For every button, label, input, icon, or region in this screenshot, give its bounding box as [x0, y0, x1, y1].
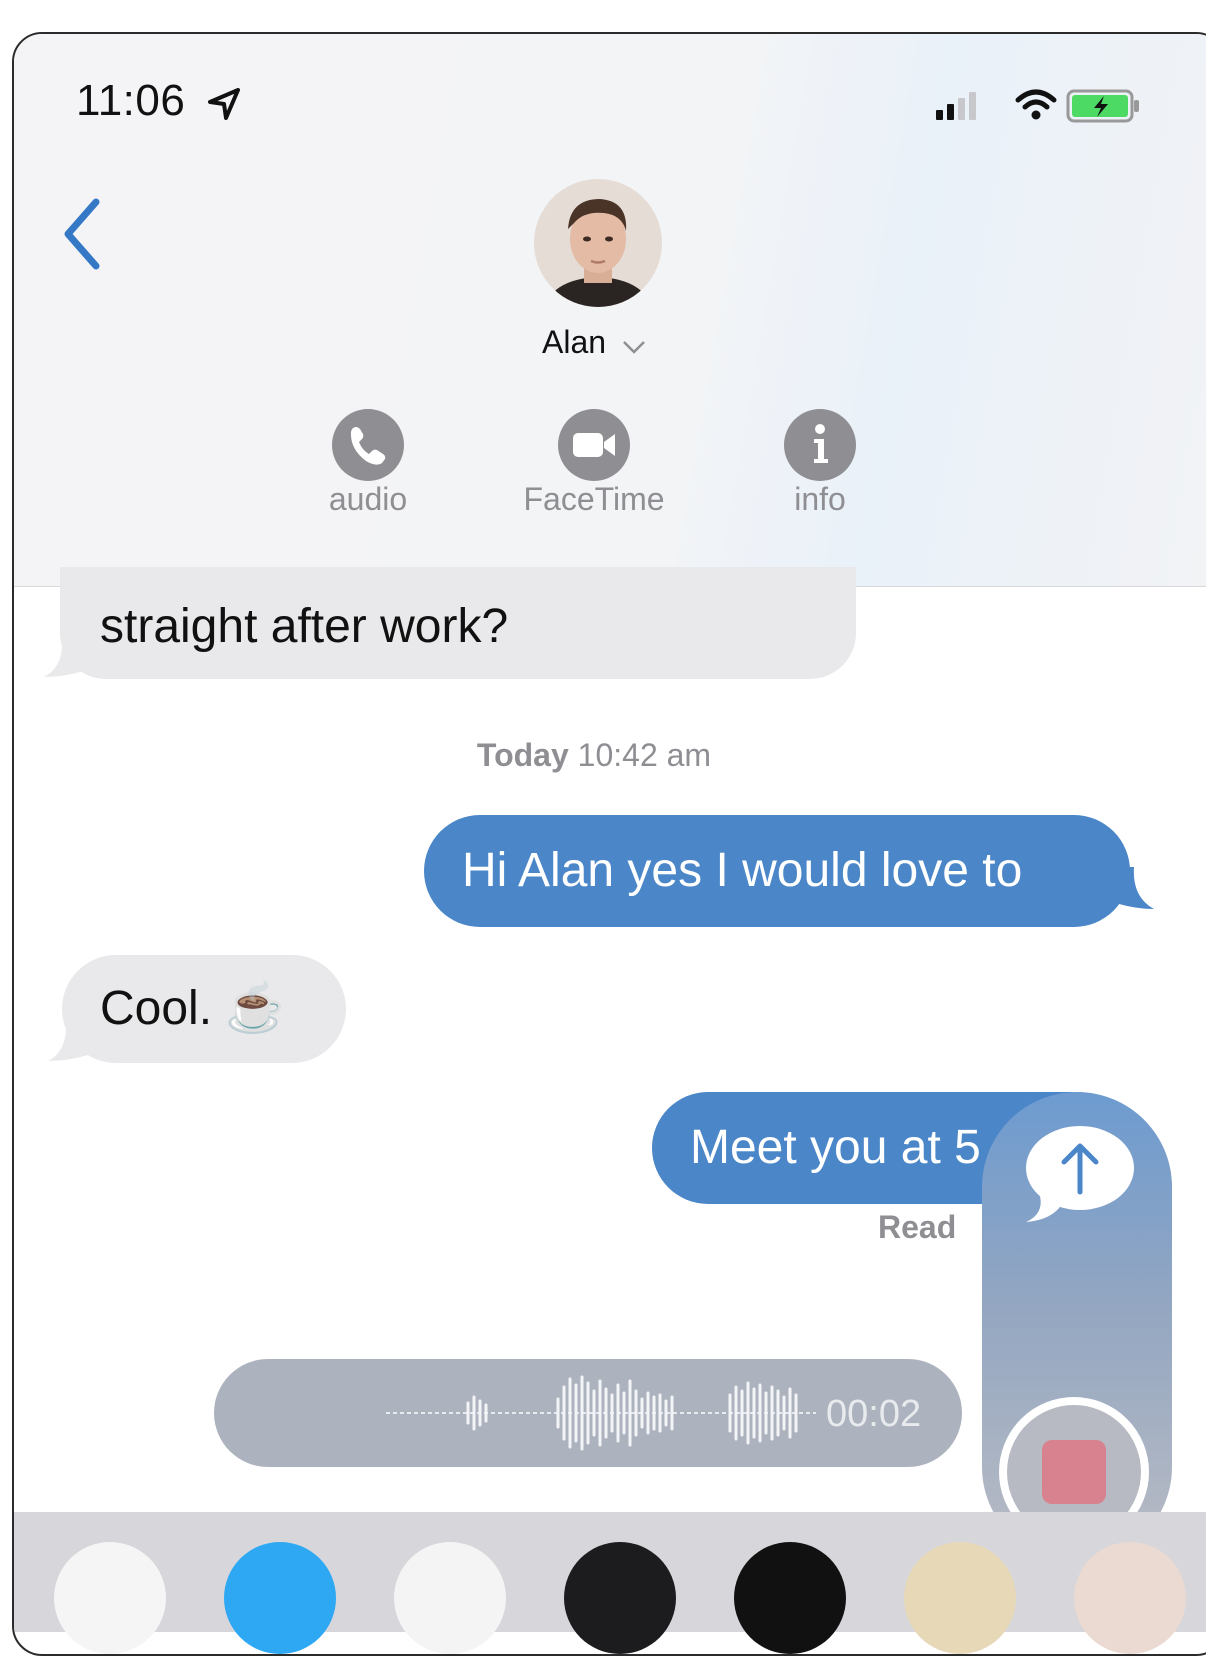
avatar-photo	[534, 179, 662, 307]
message-text: Meet you at 5	[690, 1121, 981, 1174]
timestamp-time: 10:42 am	[577, 737, 712, 773]
digital-touch-icon[interactable]	[734, 1542, 846, 1654]
chevron-left-icon	[64, 198, 100, 270]
facetime-label: FaceTime	[523, 481, 665, 517]
audio-call-button[interactable]: audio	[268, 409, 468, 518]
voice-message-recording: 00:02	[214, 1359, 962, 1467]
voice-duration: 00:02	[826, 1393, 922, 1435]
message-bubble-outgoing[interactable]: Hi Alan yes I would love to	[424, 815, 1130, 927]
message-text: straight after work?	[100, 600, 509, 653]
message-bubble-incoming[interactable]: straight after work?	[60, 567, 856, 679]
audio-waveform	[386, 1375, 816, 1451]
conversation-header: 11:06 Alan audio FaceTime info	[14, 34, 1206, 587]
phone-icon	[350, 427, 386, 465]
music-app-icon[interactable]	[394, 1542, 506, 1654]
message-thread: straight after work? Today 10:42 am Hi A…	[14, 567, 1206, 1654]
contact-name[interactable]: Alan	[542, 324, 606, 361]
message-bubble-incoming[interactable]: Cool. ☕	[62, 955, 346, 1063]
video-camera-icon	[573, 433, 615, 457]
send-audio-button[interactable]	[1018, 1124, 1136, 1224]
photos-app-icon[interactable]	[54, 1542, 166, 1654]
location-arrow-icon	[208, 88, 240, 120]
camera-effects-icon[interactable]	[564, 1542, 676, 1654]
timestamp-day: Today	[476, 737, 569, 773]
wifi-icon	[1015, 89, 1057, 120]
app-store-icon[interactable]	[224, 1542, 336, 1654]
stop-icon	[1042, 1440, 1106, 1504]
info-icon	[814, 424, 828, 463]
memoji-icon[interactable]	[1074, 1542, 1186, 1654]
phone-screen: 11:06 Alan audio FaceTime info straight …	[12, 32, 1206, 1656]
chevron-down-icon[interactable]	[622, 339, 646, 355]
animoji-icon[interactable]	[904, 1542, 1016, 1654]
status-time: 11:06	[76, 76, 186, 125]
facetime-button[interactable]: FaceTime	[494, 409, 694, 518]
audio-label: audio	[328, 481, 408, 517]
battery-charging-icon	[1066, 89, 1139, 123]
message-text: Hi Alan yes I would love to	[462, 844, 1023, 897]
info-label: info	[794, 481, 846, 517]
app-drawer-tray	[14, 1512, 1206, 1654]
back-button[interactable]	[54, 194, 114, 274]
read-receipt: Read	[878, 1209, 957, 1245]
message-timestamp: Today 10:42 am	[14, 737, 1174, 774]
info-button[interactable]: info	[720, 409, 920, 518]
cellular-signal-icon	[936, 92, 976, 120]
message-text: Cool. ☕	[100, 982, 286, 1035]
contact-avatar[interactable]	[534, 179, 662, 307]
send-arrow-icon	[1026, 1126, 1134, 1222]
